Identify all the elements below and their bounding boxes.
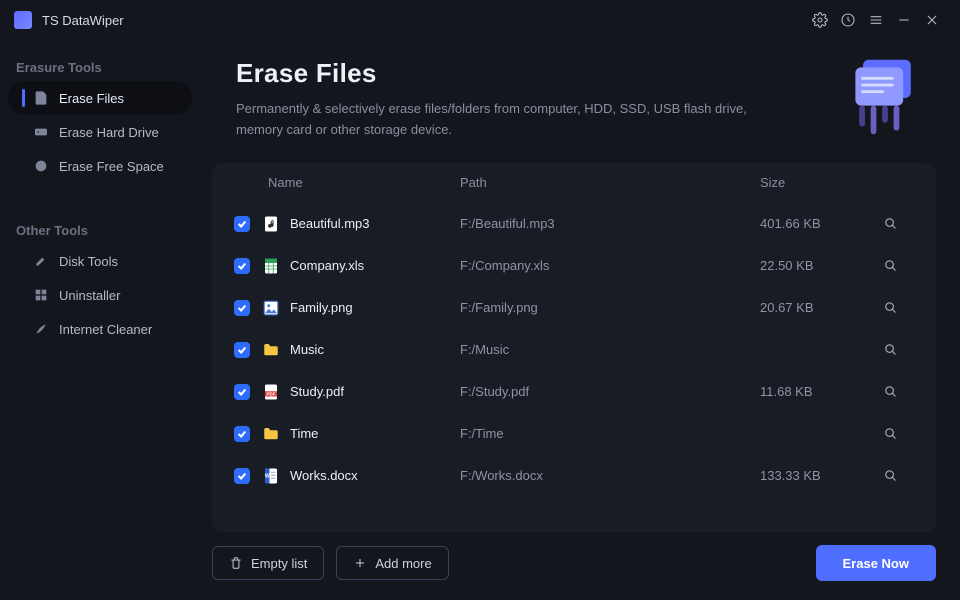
minimize-icon[interactable] [890, 6, 918, 34]
preview-icon[interactable] [870, 384, 910, 399]
sidebar-item-label: Erase Free Space [59, 159, 164, 174]
file-size: 11.68 KB [760, 384, 870, 399]
table-row[interactable]: TimeF:/Time [212, 413, 936, 455]
sidebar-item-label: Uninstaller [59, 288, 120, 303]
sidebar: Erasure Tools Erase Files Erase Hard Dri… [0, 40, 200, 600]
content-header: Erase Files Permanently & selectively er… [212, 58, 936, 141]
file-type-icon [262, 214, 280, 234]
svg-text:PDF: PDF [267, 391, 276, 396]
row-checkbox[interactable] [234, 426, 250, 442]
sidebar-item-label: Disk Tools [59, 254, 118, 269]
table-row[interactable]: W Works.docxF:/Works.docx133.33 KB [212, 455, 936, 497]
file-path: F:/Music [460, 342, 760, 357]
preview-icon[interactable] [870, 300, 910, 315]
col-size: Size [760, 175, 870, 190]
tools-icon [33, 253, 49, 269]
file-size: 401.66 KB [760, 216, 870, 231]
file-type-icon [262, 340, 280, 360]
table-row[interactable]: Company.xlsF:/Company.xls22.50 KB [212, 245, 936, 287]
add-more-button[interactable]: Add more [336, 546, 448, 580]
history-icon[interactable] [834, 6, 862, 34]
file-path: F:/Works.docx [460, 468, 760, 483]
preview-icon[interactable] [870, 468, 910, 483]
table-row[interactable]: Beautiful.mp3F:/Beautiful.mp3401.66 KB [212, 203, 936, 245]
file-type-icon [262, 256, 280, 276]
file-type-icon [262, 298, 280, 318]
file-type-icon: W [262, 466, 280, 486]
file-type-icon [262, 424, 280, 444]
menu-icon[interactable] [862, 6, 890, 34]
sidebar-item-label: Internet Cleaner [59, 322, 152, 337]
file-type-icon: PDF [262, 382, 280, 402]
table-row[interactable]: Family.pngF:/Family.png20.67 KB [212, 287, 936, 329]
free-space-icon [33, 158, 49, 174]
svg-text:W: W [265, 473, 270, 479]
file-size: 133.33 KB [760, 468, 870, 483]
file-table: Name Path Size Beautiful.mp3F:/Beautiful… [212, 163, 936, 532]
file-name: Works.docx [290, 468, 460, 483]
preview-icon[interactable] [870, 342, 910, 357]
app-title: TS DataWiper [42, 13, 124, 28]
empty-list-button[interactable]: Empty list [212, 546, 324, 580]
file-path: F:/Beautiful.mp3 [460, 216, 760, 231]
file-path: F:/Study.pdf [460, 384, 760, 399]
sidebar-group-erasure-title: Erasure Tools [0, 50, 200, 81]
app-logo-icon [14, 11, 32, 29]
file-icon [33, 90, 49, 106]
row-checkbox[interactable] [234, 342, 250, 358]
file-size: 20.67 KB [760, 300, 870, 315]
sidebar-item-internet-cleaner[interactable]: Internet Cleaner [8, 312, 192, 346]
erase-now-label: Erase Now [843, 556, 909, 571]
sidebar-item-erase-files[interactable]: Erase Files [8, 81, 192, 115]
preview-icon[interactable] [870, 426, 910, 441]
sidebar-item-label: Erase Hard Drive [59, 125, 159, 140]
empty-list-label: Empty list [251, 556, 307, 571]
page-title: Erase Files [236, 58, 818, 89]
row-checkbox[interactable] [234, 258, 250, 274]
sidebar-item-label: Erase Files [59, 91, 124, 106]
preview-icon[interactable] [870, 258, 910, 273]
file-name: Family.png [290, 300, 460, 315]
settings-icon[interactable] [806, 6, 834, 34]
file-size: 22.50 KB [760, 258, 870, 273]
file-name: Music [290, 342, 460, 357]
content: Erase Files Permanently & selectively er… [200, 40, 960, 600]
close-icon[interactable] [918, 6, 946, 34]
row-checkbox[interactable] [234, 216, 250, 232]
file-name: Study.pdf [290, 384, 460, 399]
sidebar-item-disk-tools[interactable]: Disk Tools [8, 244, 192, 278]
page-description: Permanently & selectively erase files/fo… [236, 99, 796, 141]
add-more-label: Add more [375, 556, 431, 571]
shredder-icon [842, 54, 928, 140]
titlebar: TS DataWiper [0, 0, 960, 40]
sidebar-group-other-title: Other Tools [0, 213, 200, 244]
sidebar-item-uninstaller[interactable]: Uninstaller [8, 278, 192, 312]
sidebar-item-erase-hard-drive[interactable]: Erase Hard Drive [8, 115, 192, 149]
file-name: Company.xls [290, 258, 460, 273]
table-row[interactable]: MusicF:/Music [212, 329, 936, 371]
col-name: Name [262, 175, 460, 190]
file-name: Beautiful.mp3 [290, 216, 460, 231]
file-path: F:/Time [460, 426, 760, 441]
row-checkbox[interactable] [234, 384, 250, 400]
file-path: F:/Company.xls [460, 258, 760, 273]
row-checkbox[interactable] [234, 468, 250, 484]
hard-drive-icon [33, 124, 49, 140]
rocket-icon [33, 321, 49, 337]
grid-icon [33, 287, 49, 303]
preview-icon[interactable] [870, 216, 910, 231]
erase-now-button[interactable]: Erase Now [816, 545, 936, 581]
table-row[interactable]: PDF Study.pdfF:/Study.pdf11.68 KB [212, 371, 936, 413]
row-checkbox[interactable] [234, 300, 250, 316]
col-path: Path [460, 175, 760, 190]
file-name: Time [290, 426, 460, 441]
table-header: Name Path Size [212, 163, 936, 203]
file-path: F:/Family.png [460, 300, 760, 315]
sidebar-item-erase-free-space[interactable]: Erase Free Space [8, 149, 192, 183]
